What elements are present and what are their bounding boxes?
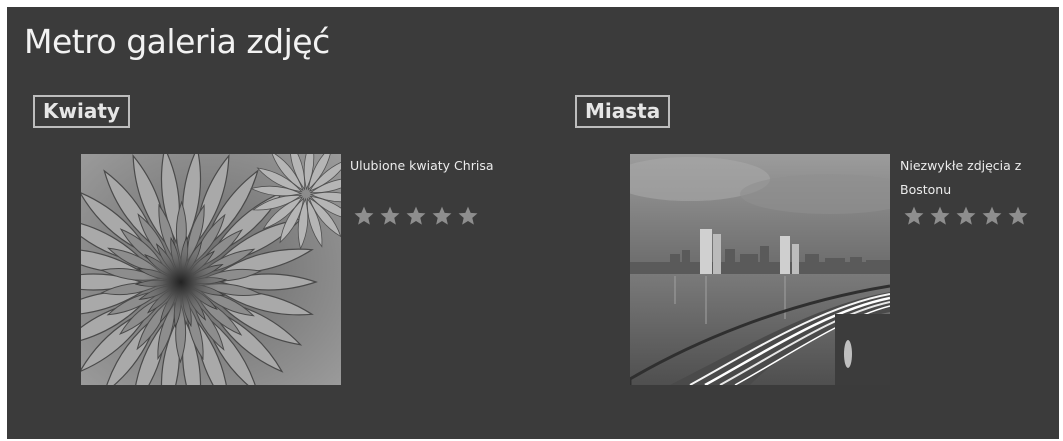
item-title-miasta: Niezwykłe zdjęcia z Bostonu (900, 158, 1022, 197)
star-icon[interactable] (955, 205, 977, 227)
flower-photo-tile[interactable] (81, 154, 341, 385)
star-icon[interactable] (405, 205, 427, 227)
star-icon[interactable] (457, 205, 479, 227)
star-icon[interactable] (903, 205, 925, 227)
star-icon[interactable] (431, 205, 453, 227)
app-window: Metro galeria zdjęć Kwiaty Ulubione kwia… (7, 7, 1059, 439)
star-icon[interactable] (353, 205, 375, 227)
flower-photo (81, 154, 341, 385)
item-title-kwiaty: Ulubione kwiaty Chrisa (350, 158, 494, 173)
page-title: Metro galeria zdjęć (24, 22, 330, 61)
star-icon[interactable] (981, 205, 1003, 227)
star-icon[interactable] (1007, 205, 1029, 227)
rating-kwiaty[interactable] (353, 205, 479, 227)
group-header-kwiaty[interactable]: Kwiaty (33, 95, 130, 128)
group-header-miasta[interactable]: Miasta (575, 95, 671, 128)
boston-photo-tile[interactable] (630, 154, 890, 385)
star-icon[interactable] (929, 205, 951, 227)
star-icon[interactable] (379, 205, 401, 227)
boston-skyline-photo (630, 154, 890, 385)
rating-miasta[interactable] (903, 205, 1029, 227)
